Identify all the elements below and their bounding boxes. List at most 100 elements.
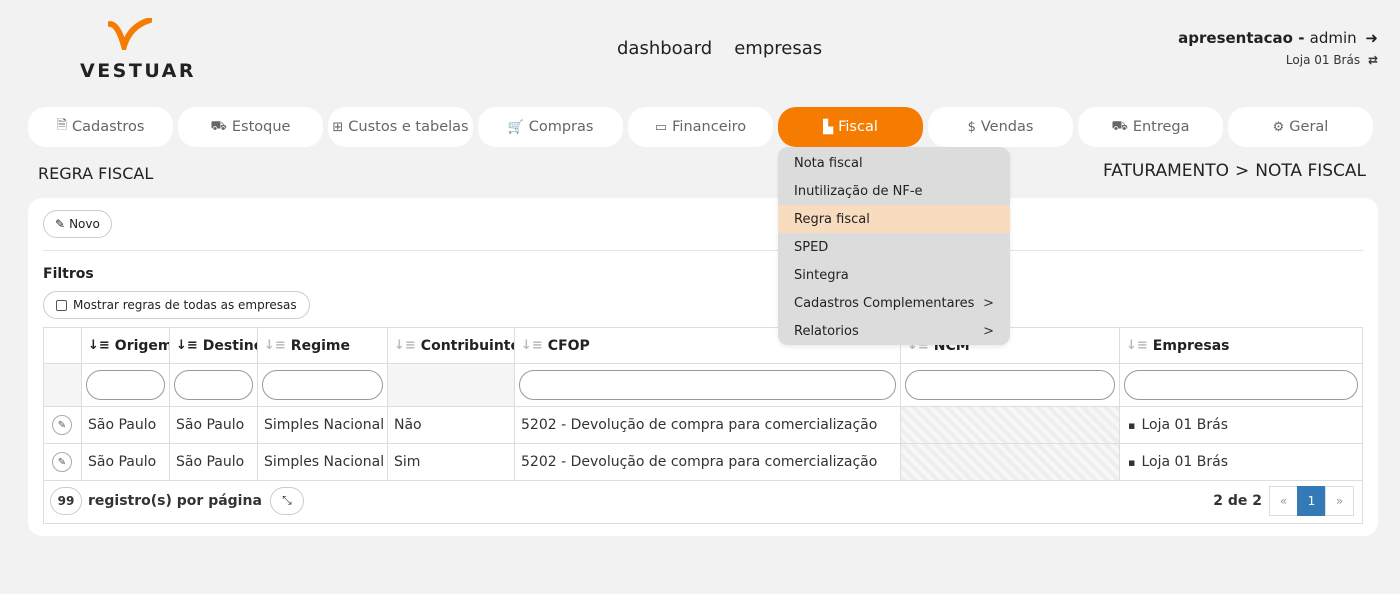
prev-page-button[interactable]: « xyxy=(1269,486,1298,516)
next-page-button[interactable]: » xyxy=(1325,486,1354,516)
sort-icon: ↓≡ xyxy=(88,338,110,353)
menu-item-relatorios[interactable]: Relatorios > xyxy=(778,317,1010,345)
tab-label: Estoque xyxy=(231,119,291,135)
edit-icon[interactable]: ✎ xyxy=(52,452,72,472)
sign-out-icon[interactable]: ➜ xyxy=(1365,29,1378,47)
swap-icon[interactable]: ⇄ xyxy=(1368,53,1378,67)
main-panel: ✎ Novo Filtros Mostrar regras de todas a… xyxy=(28,198,1378,536)
chevron-right-icon: > xyxy=(983,295,994,311)
pagination: 2 de 2 « 1 » xyxy=(1213,486,1354,516)
user-box: apresentacao - admin ➜ Loja 01 Brás ⇄ xyxy=(1178,29,1378,67)
chevron-right-icon: > xyxy=(983,323,994,339)
edit-icon[interactable]: ✎ xyxy=(52,415,72,435)
menu-item-label: Relatorios xyxy=(794,323,859,339)
column-label: CFOP xyxy=(547,337,590,354)
nav-empresas[interactable]: empresas xyxy=(734,38,822,59)
cell-contribuinte: Sim xyxy=(388,444,515,480)
tab-custos-e-tabelas[interactable]: ⊞ Custos e tabelas xyxy=(328,107,473,147)
breadcrumb-separator: > xyxy=(1235,161,1250,181)
menu-item-label: Cadastros Complementares xyxy=(794,295,975,311)
breadcrumb: FATURAMENTO > NOTA FISCAL xyxy=(1103,161,1366,181)
menu-item-sintegra[interactable]: Sintegra xyxy=(778,261,1010,289)
tab-label: Vendas xyxy=(980,119,1034,135)
fiscal-dropdown-menu: Nota fiscal Inutilização de NF-e Regra fis… xyxy=(778,147,1010,345)
table-row: ✎ São Paulo São Paulo Simples Nacional Não 52… xyxy=(44,407,1362,444)
menu-item-label: Regra fiscal xyxy=(794,211,870,227)
column-label: Regime xyxy=(290,337,350,354)
column-label: Origem xyxy=(114,337,170,354)
sort-icon: ↓≡ xyxy=(176,338,198,353)
tab-entrega[interactable]: ⛟ Entrega xyxy=(1078,107,1223,147)
filter-regime-input[interactable] xyxy=(262,370,383,400)
menu-item-inutilização-de-nf-e[interactable]: Inutilização de NF-e xyxy=(778,177,1010,205)
menu-item-label: Nota fiscal xyxy=(794,155,863,171)
cell-ncm xyxy=(901,407,1120,443)
cell-contribuinte: Não xyxy=(388,407,515,443)
tab-estoque[interactable]: ⛟ Estoque xyxy=(178,107,323,147)
compress-icon[interactable]: ⤡ xyxy=(269,486,304,515)
show-all-label: Mostrar regras de todas as empresas xyxy=(73,298,297,312)
menu-item-label: SPED xyxy=(794,239,829,255)
new-button[interactable]: ✎ Novo xyxy=(43,210,112,238)
pencil-icon: ✎ xyxy=(55,217,66,231)
rules-table: ↓≡ Origem ↓≡ Destino ↓≡ Regime ↓≡ Contribuin… xyxy=(43,327,1363,481)
cell-cfop: 5202 - Devolução de compra para comercia… xyxy=(515,444,901,480)
breadcrumb-nota-fiscal[interactable]: NOTA FISCAL xyxy=(1255,161,1366,181)
module-tabs: 🗎 Cadastros ⛟ Estoque ⊞ Custos e tabelas 🛒 Comp… xyxy=(28,107,1378,147)
records-info: 2 de 2 xyxy=(1213,493,1262,509)
filter-empresas-input[interactable] xyxy=(1124,370,1358,400)
file-text-icon: 🗎 xyxy=(56,118,68,133)
file-icon: ▙ xyxy=(823,119,834,135)
header-actions xyxy=(44,328,82,363)
per-page-label: registro(s) por página xyxy=(88,492,262,509)
divider xyxy=(43,250,1363,251)
cell-cfop: 5202 - Devolução de compra para comercia… xyxy=(515,407,901,443)
truck-icon: ⛟ xyxy=(210,118,227,134)
cell-regime: Simples Nacional xyxy=(258,407,388,443)
tab-label: Financeiro xyxy=(672,119,747,135)
filter-row xyxy=(44,364,1362,407)
column-label: Contribuinte xyxy=(420,337,515,354)
filter-ncm-input[interactable] xyxy=(905,370,1115,400)
company-item: Loja 01 Brás xyxy=(1126,454,1228,470)
show-all-companies-checkbox[interactable]: Mostrar regras de todas as empresas xyxy=(43,291,310,319)
breadcrumb-faturamento[interactable]: FATURAMENTO xyxy=(1103,161,1229,181)
company-name: apresentacao xyxy=(1178,29,1293,47)
current-page-button[interactable]: 1 xyxy=(1297,486,1326,516)
table-icon: ⊞ xyxy=(332,119,344,135)
table-header: ↓≡ Origem ↓≡ Destino ↓≡ Regime ↓≡ Contribuin… xyxy=(44,328,1362,364)
menu-item-sped[interactable]: SPED xyxy=(778,233,1010,261)
sort-icon: ↓≡ xyxy=(521,338,543,353)
filter-cfop-input[interactable] xyxy=(519,370,896,400)
menu-item-regra-fiscal[interactable]: Regra fiscal xyxy=(778,205,1010,233)
row-actions: ✎ xyxy=(44,407,82,443)
cart-icon: 🛒 xyxy=(507,119,524,135)
tab-financeiro[interactable]: ▭ Financeiro xyxy=(628,107,773,147)
column-empresas[interactable]: ↓≡ Empresas xyxy=(1120,328,1362,363)
table-row: ✎ São Paulo São Paulo Simples Nacional Sim 52… xyxy=(44,444,1362,480)
row-actions: ✎ xyxy=(44,444,82,480)
tab-cadastros[interactable]: 🗎 Cadastros xyxy=(28,107,173,147)
column-origem[interactable]: ↓≡ Origem xyxy=(82,328,170,363)
column-destino[interactable]: ↓≡ Destino xyxy=(170,328,258,363)
per-page-selector[interactable]: 99 xyxy=(50,486,82,515)
tab-geral[interactable]: ⚙ Geral xyxy=(1228,107,1373,147)
brand-logo[interactable]: VESTUAR xyxy=(80,18,210,82)
tab-compras[interactable]: 🛒 Compras xyxy=(478,107,623,147)
column-contribuinte[interactable]: ↓≡ Contribuinte xyxy=(388,328,515,363)
tab-fiscal[interactable]: ▙ Fiscal xyxy=(778,107,923,147)
filter-origem-input[interactable] xyxy=(86,370,165,400)
menu-item-cadastros-complementares[interactable]: Cadastros Complementares > xyxy=(778,289,1010,317)
filters-heading: Filtros xyxy=(43,266,94,282)
cell-origem: São Paulo xyxy=(82,444,170,480)
filter-destino-input[interactable] xyxy=(174,370,253,400)
nav-dashboard[interactable]: dashboard xyxy=(617,38,712,59)
truck-icon: ⛟ xyxy=(1111,118,1128,134)
cell-destino: São Paulo xyxy=(170,444,258,480)
company-item: Loja 01 Brás xyxy=(1126,417,1228,433)
column-regime[interactable]: ↓≡ Regime xyxy=(258,328,388,363)
user-role: admin xyxy=(1309,29,1357,47)
tab-vendas[interactable]: $ Vendas xyxy=(928,107,1073,147)
tab-label: Entrega xyxy=(1132,119,1190,135)
menu-item-nota-fiscal[interactable]: Nota fiscal xyxy=(778,149,1010,177)
